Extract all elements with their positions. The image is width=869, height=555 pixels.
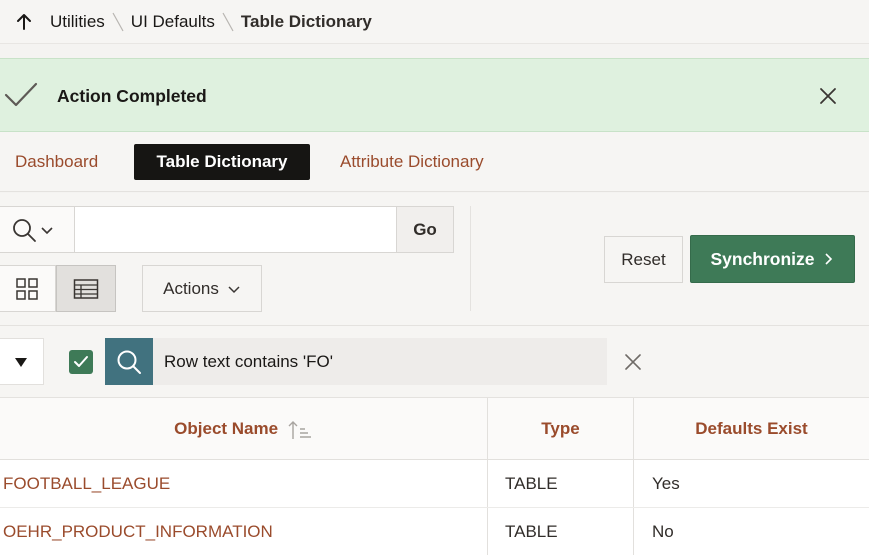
table-row: OEHR_PRODUCT_INFORMATION TABLE No bbox=[0, 508, 869, 555]
type-cell: TABLE bbox=[505, 522, 558, 541]
table-header: Object Name Type Defaults Exist bbox=[0, 398, 869, 460]
chevron-down-icon bbox=[41, 226, 53, 234]
tab-dashboard[interactable]: Dashboard bbox=[15, 144, 98, 180]
tab-table-dictionary[interactable]: Table Dictionary bbox=[134, 144, 310, 180]
breadcrumb-separator-icon bbox=[112, 12, 124, 31]
type-cell: TABLE bbox=[505, 474, 558, 493]
filter-label[interactable]: Row text contains 'FO' bbox=[153, 338, 607, 385]
actions-label: Actions bbox=[163, 278, 219, 298]
search-icon bbox=[117, 350, 141, 374]
filter-row: Row text contains 'FO' bbox=[0, 326, 869, 398]
reset-button[interactable]: Reset bbox=[604, 236, 683, 283]
icon-view-button[interactable] bbox=[0, 265, 56, 312]
synchronize-label: Synchronize bbox=[710, 248, 815, 269]
table-icon bbox=[73, 278, 99, 299]
remove-filter-icon[interactable] bbox=[623, 352, 643, 372]
actions-menu-button[interactable]: Actions bbox=[142, 265, 262, 312]
check-icon bbox=[4, 82, 38, 107]
success-alert: Action Completed bbox=[0, 58, 869, 132]
alert-message: Action Completed bbox=[57, 86, 207, 106]
toolbar-divider bbox=[470, 206, 471, 311]
sort-ascending-icon bbox=[288, 420, 311, 439]
column-divider bbox=[633, 460, 634, 507]
tab-bar: Dashboard Table Dictionary Attribute Dic… bbox=[0, 132, 869, 192]
chevron-right-icon bbox=[824, 253, 832, 265]
search-column-selector[interactable] bbox=[0, 206, 74, 253]
search-input[interactable] bbox=[74, 206, 397, 253]
column-header-label: Object Name bbox=[174, 419, 279, 438]
report-table: Object Name Type Defaults Exist FOOTBALL… bbox=[0, 398, 869, 555]
object-name-link[interactable]: FOOTBALL_LEAGUE bbox=[3, 460, 170, 508]
column-divider bbox=[487, 508, 488, 555]
column-divider bbox=[633, 508, 634, 555]
defaults-exist-cell: Yes bbox=[652, 474, 680, 493]
filter-type-icon bbox=[105, 338, 153, 385]
column-divider bbox=[487, 460, 488, 507]
breadcrumb-item-ui-defaults[interactable]: UI Defaults bbox=[131, 12, 215, 32]
go-button[interactable]: Go bbox=[396, 206, 454, 253]
filter-collapse-toggle[interactable] bbox=[0, 338, 44, 385]
table-row: FOOTBALL_LEAGUE TABLE Yes bbox=[0, 460, 869, 508]
defaults-exist-cell: No bbox=[652, 522, 674, 541]
breadcrumb: Utilities UI Defaults Table Dictionary bbox=[0, 0, 869, 44]
synchronize-button[interactable]: Synchronize bbox=[690, 235, 855, 283]
report-view-button[interactable] bbox=[56, 265, 116, 312]
report-toolbar: Go Actions Reset Synchronize bbox=[0, 193, 869, 326]
breadcrumb-current: Table Dictionary bbox=[240, 11, 372, 31]
caret-down-icon bbox=[15, 357, 27, 367]
close-icon[interactable] bbox=[818, 86, 838, 106]
search-icon bbox=[13, 218, 36, 242]
chevron-down-icon bbox=[228, 285, 240, 293]
column-header-type[interactable]: Type bbox=[487, 398, 633, 460]
arrow-up-icon[interactable] bbox=[14, 12, 34, 32]
breadcrumb-separator-icon bbox=[222, 12, 234, 31]
breadcrumb-item-utilities[interactable]: Utilities bbox=[50, 12, 105, 32]
object-name-link[interactable]: OEHR_PRODUCT_INFORMATION bbox=[3, 508, 273, 555]
grid-icon bbox=[16, 277, 38, 300]
column-header-object-name[interactable]: Object Name bbox=[0, 398, 487, 460]
checkmark-icon bbox=[74, 356, 88, 367]
filter-enabled-checkbox[interactable] bbox=[69, 350, 93, 374]
tab-attribute-dictionary[interactable]: Attribute Dictionary bbox=[340, 144, 484, 180]
column-header-defaults-exist[interactable]: Defaults Exist bbox=[633, 398, 869, 460]
